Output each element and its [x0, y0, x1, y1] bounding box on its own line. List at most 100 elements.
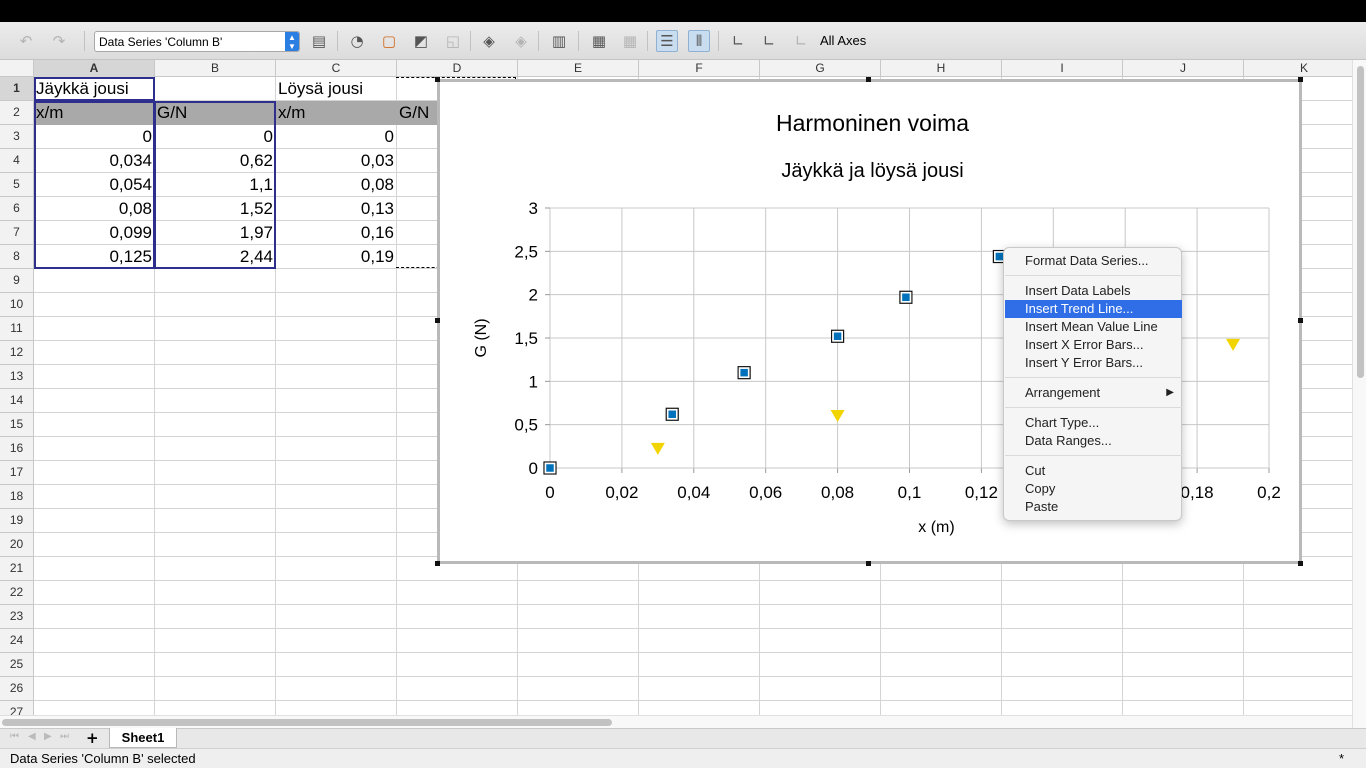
horizontal-grids-icon[interactable]: ☰ [656, 30, 678, 52]
menu-format-data-series[interactable]: Format Data Series... [1005, 252, 1182, 270]
column-header[interactable]: I [1002, 60, 1123, 77]
cell-b6[interactable]: 1,52 [155, 197, 275, 221]
chart-type-icon[interactable]: ◔ [346, 30, 368, 52]
cell-c8[interactable]: 0,19 [276, 245, 396, 269]
menu-insert-y-error-bars[interactable]: Insert Y Error Bars... [1005, 354, 1182, 372]
row-header[interactable]: 13 [0, 365, 33, 389]
row-header[interactable]: 8 [0, 245, 33, 269]
first-sheet-icon[interactable]: ⏮ [10, 731, 19, 742]
menu-copy[interactable]: Copy [1005, 480, 1182, 498]
menu-arrangement[interactable]: Arrangement ▶ [1005, 384, 1182, 402]
add-sheet-button[interactable]: + [86, 729, 99, 747]
row-header[interactable]: 4 [0, 149, 33, 173]
row-header[interactable]: 21 [0, 557, 33, 581]
select-all-corner[interactable] [0, 60, 34, 77]
column-header[interactable]: C [276, 60, 397, 77]
vertical-grids-icon[interactable]: ⦀ [688, 30, 710, 52]
row-header[interactable]: 3 [0, 125, 33, 149]
sheet-tab-sheet1[interactable]: Sheet1 [109, 728, 177, 748]
cell-a5[interactable]: 0,054 [34, 173, 154, 197]
cell-b5[interactable]: 1,1 [155, 173, 275, 197]
menu-data-ranges[interactable]: Data Ranges... [1005, 432, 1182, 450]
row-header[interactable]: 16 [0, 437, 33, 461]
format-selection-icon[interactable]: ▤ [308, 30, 330, 52]
menu-insert-mean-value-line[interactable]: Insert Mean Value Line [1005, 318, 1182, 336]
z-axis-icon[interactable]: ∟ [790, 30, 812, 52]
column-header[interactable]: F [639, 60, 760, 77]
row-header[interactable]: 1 [0, 77, 33, 101]
row-header[interactable]: 11 [0, 317, 33, 341]
next-sheet-icon[interactable]: ▶ [44, 731, 52, 742]
row-header[interactable]: 12 [0, 341, 33, 365]
vertical-scroll-thumb[interactable] [1357, 66, 1364, 378]
data-table-icon[interactable]: ◈ [478, 30, 500, 52]
y-axis-icon[interactable]: ∟ [758, 30, 780, 52]
redo-icon[interactable]: ↷ [48, 30, 70, 52]
row-header[interactable]: 23 [0, 605, 33, 629]
row-header[interactable]: 10 [0, 293, 33, 317]
cell-a1[interactable]: Jäykkä jousi [34, 77, 154, 101]
cell-b8[interactable]: 2,44 [155, 245, 275, 269]
cell-c2[interactable]: x/m [276, 101, 397, 125]
data-ranges-icon[interactable]: ◈ [510, 30, 532, 52]
row-header[interactable]: 2 [0, 101, 33, 125]
row-header[interactable]: 18 [0, 485, 33, 509]
cell-a7[interactable]: 0,099 [34, 221, 154, 245]
column-header[interactable]: K [1244, 60, 1365, 77]
document-modified-indicator[interactable]: * [1339, 749, 1344, 768]
row-header[interactable]: 6 [0, 197, 33, 221]
resize-handle[interactable] [866, 77, 871, 82]
x-axis-icon[interactable]: ∟ [727, 30, 749, 52]
row-header[interactable]: 7 [0, 221, 33, 245]
cell-c5[interactable]: 0,08 [276, 173, 396, 197]
row-header[interactable]: 15 [0, 413, 33, 437]
row-header[interactable]: 9 [0, 269, 33, 293]
column-header[interactable]: H [881, 60, 1002, 77]
chart-wall-icon[interactable]: ▢ [378, 30, 400, 52]
row-header[interactable]: 20 [0, 533, 33, 557]
cell-a4[interactable]: 0,034 [34, 149, 154, 173]
row-header[interactable]: 25 [0, 653, 33, 677]
cell-c6[interactable]: 0,13 [276, 197, 396, 221]
cell-a6[interactable]: 0,08 [34, 197, 154, 221]
column-header[interactable]: D [397, 60, 518, 77]
row-header[interactable]: 26 [0, 677, 33, 701]
last-sheet-icon[interactable]: ⏭ [60, 731, 69, 742]
row-header[interactable]: 5 [0, 173, 33, 197]
cell-c4[interactable]: 0,03 [276, 149, 396, 173]
cell-b4[interactable]: 0,62 [155, 149, 275, 173]
resize-handle[interactable] [435, 561, 440, 566]
row-header[interactable]: 14 [0, 389, 33, 413]
cell-c7[interactable]: 0,16 [276, 221, 396, 245]
column-header[interactable]: A [34, 60, 155, 77]
legend-icon[interactable]: ▦ [619, 30, 641, 52]
row-header[interactable]: 24 [0, 629, 33, 653]
chart-area-icon[interactable]: ◩ [410, 30, 432, 52]
cell-c3[interactable]: 0 [276, 125, 396, 149]
all-axes-label[interactable]: All Axes [820, 33, 866, 48]
cell-c1[interactable]: Löysä jousi [276, 77, 396, 101]
column-header[interactable]: E [518, 60, 639, 77]
row-header[interactable]: 27 [0, 701, 33, 715]
row-header[interactable]: 17 [0, 461, 33, 485]
row-header[interactable]: 19 [0, 509, 33, 533]
row-header[interactable]: 22 [0, 581, 33, 605]
resize-handle[interactable] [435, 77, 440, 82]
horizontal-scroll-thumb[interactable] [2, 719, 612, 726]
menu-insert-trend-line[interactable]: Insert Trend Line... [1005, 300, 1182, 318]
resize-handle[interactable] [1298, 318, 1303, 323]
chart-element-select[interactable]: Data Series 'Column B' ▲ ▼ [94, 31, 300, 52]
resize-handle[interactable] [1298, 77, 1303, 82]
column-header[interactable]: J [1123, 60, 1244, 77]
column-header[interactable]: B [155, 60, 276, 77]
undo-icon[interactable]: ↶ [15, 30, 37, 52]
menu-cut[interactable]: Cut [1005, 462, 1182, 480]
resize-handle[interactable] [866, 561, 871, 566]
cell-a2[interactable]: x/m [34, 101, 155, 125]
menu-paste[interactable]: Paste [1005, 498, 1182, 516]
chart-3d-icon[interactable]: ◱ [442, 30, 464, 52]
menu-insert-x-error-bars[interactable]: Insert X Error Bars... [1005, 336, 1182, 354]
resize-handle[interactable] [435, 318, 440, 323]
column-header[interactable]: G [760, 60, 881, 77]
resize-handle[interactable] [1298, 561, 1303, 566]
